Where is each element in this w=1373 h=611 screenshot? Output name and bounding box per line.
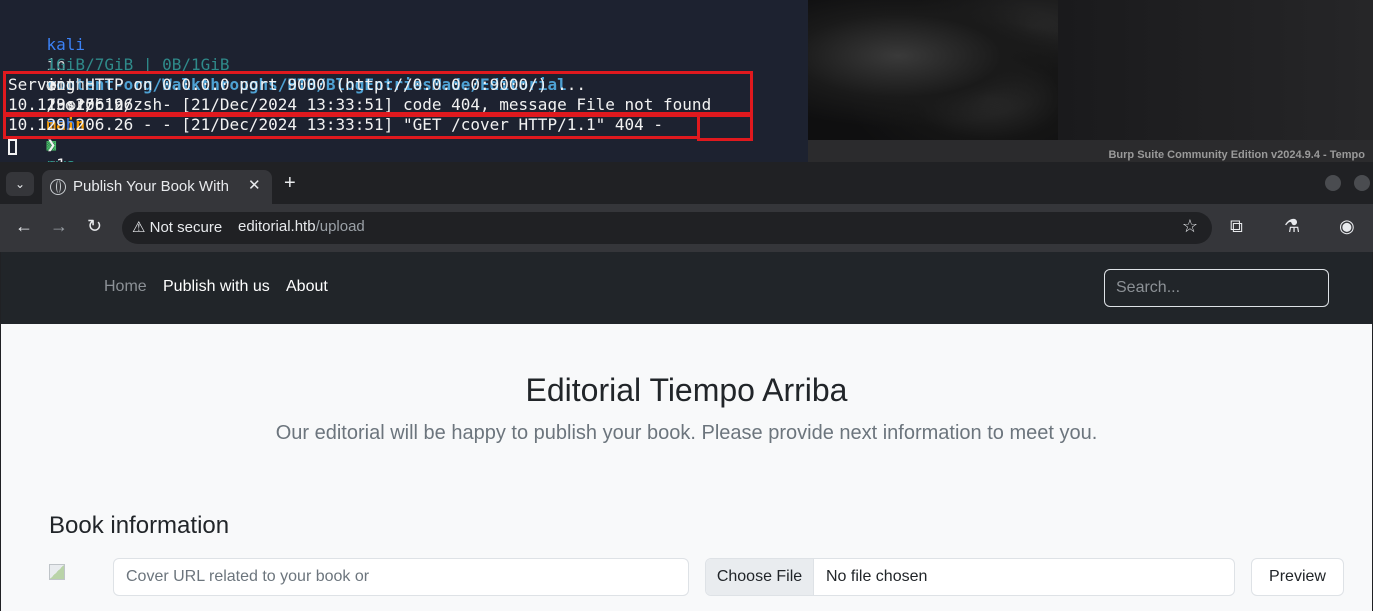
nav-link-about[interactable]: About xyxy=(286,278,328,296)
file-status: No file chosen xyxy=(826,568,928,585)
page-title: Editorial Tiempo Arriba xyxy=(525,372,848,408)
warning-icon: ⚠ xyxy=(132,219,146,236)
url-host: editorial.htb xyxy=(238,218,316,235)
forward-arrow-icon[interactable]: → xyxy=(50,216,68,237)
burp-window[interactable]: Burp Suite Community Edition v2024.9.4 -… xyxy=(808,0,1373,162)
tab-active[interactable]: Publish Your Book With Us ✕ xyxy=(42,170,272,204)
section-title: Book information xyxy=(49,512,230,539)
terminal-cursor xyxy=(8,139,17,155)
browser-toolbar: ← → ↻ ⚠ Not secure editorial.htb/upload … xyxy=(0,204,1373,252)
burp-background xyxy=(1058,0,1373,140)
close-icon[interactable]: ✕ xyxy=(248,176,261,194)
highlight-box xyxy=(3,71,753,115)
highlight-box xyxy=(3,114,700,139)
chevron-down-icon[interactable]: ⌄ xyxy=(6,172,34,196)
profile-icon[interactable]: ◉ xyxy=(1339,216,1355,237)
preview-button[interactable]: Preview xyxy=(1251,558,1344,596)
security-chip[interactable]: ⚠ Not secure xyxy=(128,217,226,239)
close-window-button[interactable] xyxy=(1354,175,1370,191)
nav-link-publish[interactable]: Publish with us xyxy=(163,278,270,296)
url-path: /upload xyxy=(315,218,365,235)
reload-icon[interactable]: ↻ xyxy=(87,216,102,237)
site-navbar: Home Publish with us About xyxy=(1,252,1372,324)
highlight-box xyxy=(697,114,753,141)
page-content: Editorial Tiempo Arriba Our editorial wi… xyxy=(1,324,1372,611)
broken-image-icon xyxy=(49,564,65,580)
file-input[interactable]: Choose File No file chosen xyxy=(705,558,1235,596)
nav-link-home[interactable]: Home xyxy=(104,278,147,296)
address-bar[interactable]: ⚠ Not secure editorial.htb/upload ☆ xyxy=(122,212,1212,244)
burp-title: Burp Suite Community Edition v2024.9.4 -… xyxy=(1108,149,1365,161)
choose-file-button[interactable]: Choose File xyxy=(706,559,814,595)
back-arrow-icon[interactable]: ← xyxy=(15,216,33,237)
terminal-window[interactable]: kali in content-org/Walkthroughs/HTB/Blo… xyxy=(0,0,808,174)
cover-url-input[interactable] xyxy=(113,558,689,596)
puzzle-icon[interactable]: ⧉ xyxy=(1230,216,1243,237)
page-subtitle: Our editorial will be happy to publish y… xyxy=(275,422,1098,444)
plus-icon[interactable]: + xyxy=(284,172,296,194)
minimize-button[interactable] xyxy=(1325,175,1341,191)
tab-title: Publish Your Book With Us xyxy=(73,178,233,195)
globe-icon xyxy=(50,179,66,195)
flask-icon[interactable]: ⚗ xyxy=(1284,216,1300,237)
star-icon[interactable]: ☆ xyxy=(1182,216,1198,237)
security-label: Not secure xyxy=(149,219,223,236)
tab-strip: ⌄ Publish Your Book With Us ✕ + xyxy=(0,162,1373,204)
url-text[interactable]: editorial.htb/upload xyxy=(238,218,365,235)
search-input[interactable] xyxy=(1104,269,1329,307)
